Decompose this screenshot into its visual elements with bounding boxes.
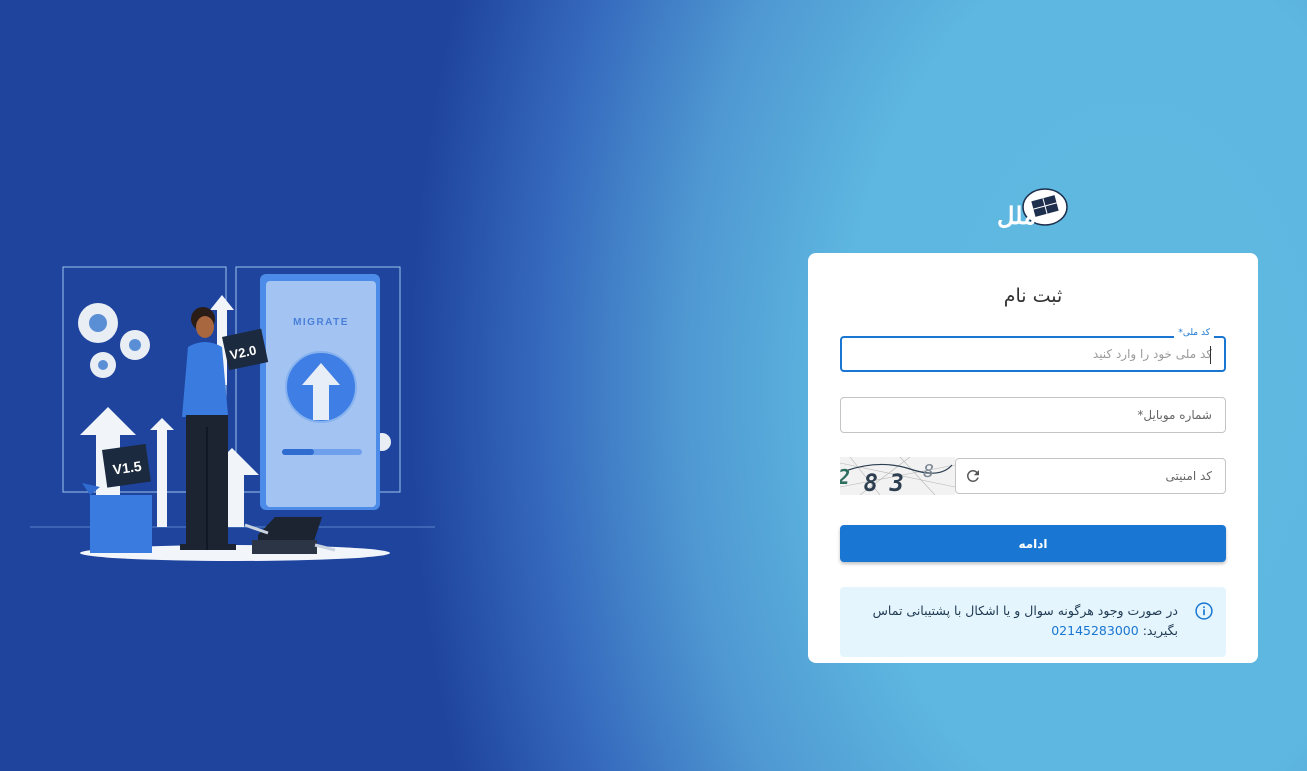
national-code-label: کد ملی* <box>1174 328 1214 338</box>
captcha-char: 8 <box>864 469 878 495</box>
captcha-char: 2 <box>840 465 850 489</box>
national-code-input[interactable] <box>842 338 1224 370</box>
mobile-input[interactable] <box>841 398 1225 432</box>
captcha-image: 2 8 3 8 <box>840 457 955 495</box>
captcha-input[interactable] <box>952 459 1225 495</box>
national-code-field[interactable]: کد ملی* <box>840 328 1226 372</box>
captcha-char: 8 <box>923 461 934 482</box>
logo-text: ملل <box>997 201 1036 230</box>
refresh-icon[interactable] <box>964 467 982 485</box>
continue-button[interactable]: ادامه <box>840 525 1226 562</box>
mobile-field[interactable]: شماره موبایل* <box>840 397 1226 433</box>
brand-logo: ملل <box>995 186 1075 240</box>
register-card: ثبت نام کد ملی* شماره موبایل* کد امنیتی … <box>808 253 1258 663</box>
captcha-field[interactable]: کد امنیتی <box>952 458 1226 495</box>
screen-heading: MIGRATE <box>293 317 349 328</box>
page-title: ثبت نام <box>1003 285 1063 307</box>
info-icon <box>1195 602 1213 620</box>
support-phone[interactable]: 02145283000 <box>1051 623 1138 638</box>
migration-illustration: V1.5 MIGRATE V2.0 <box>30 266 435 561</box>
text-caret <box>1210 346 1211 364</box>
captcha-char: 3 <box>889 469 904 495</box>
support-info: در صورت وجود هرگونه سوال و یا اشکال با پ… <box>840 587 1226 657</box>
